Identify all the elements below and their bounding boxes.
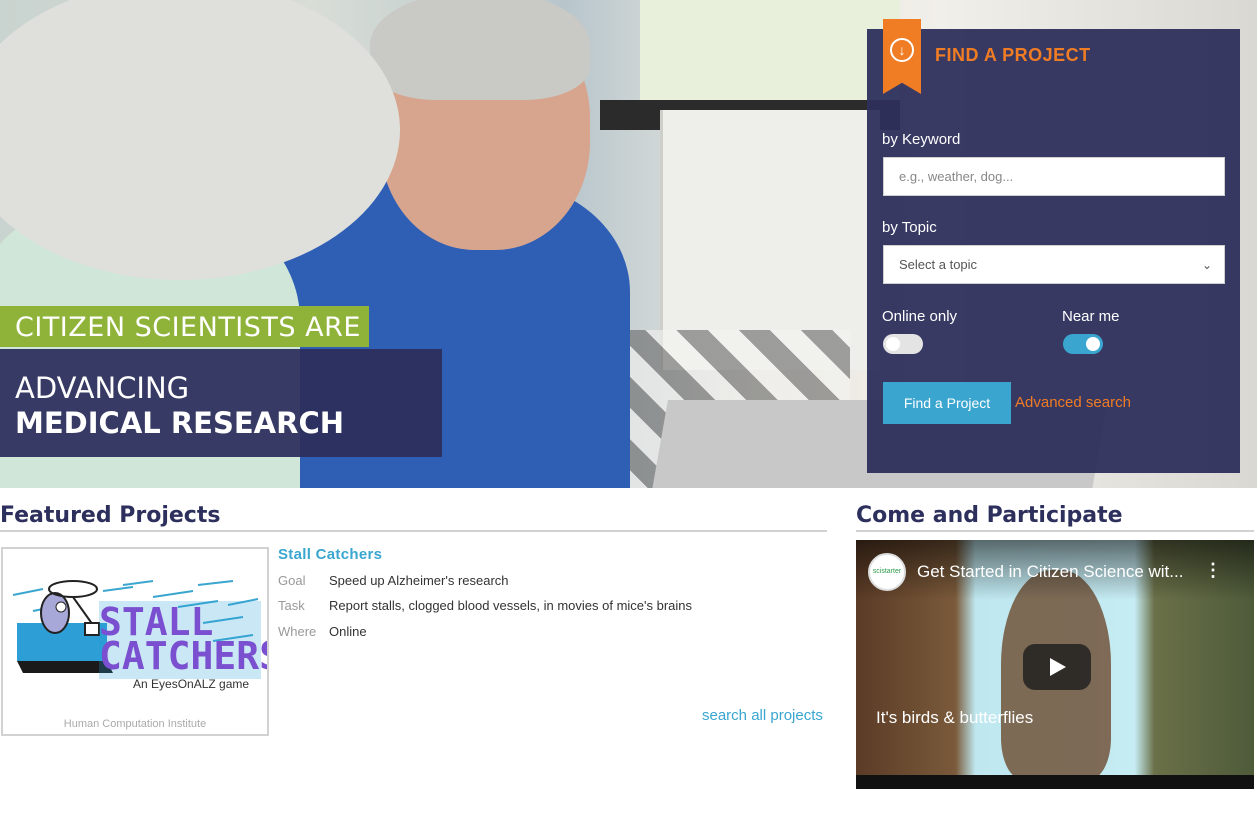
participate-divider [856, 530, 1254, 532]
channel-avatar[interactable]: scistarter [868, 553, 906, 591]
near-me-label: Near me [1062, 308, 1120, 325]
project-where-key: Where [278, 624, 317, 639]
project-goal-value: Speed up Alzheimer's research [329, 573, 509, 588]
online-only-toggle[interactable] [883, 334, 923, 354]
participate-heading: Come and Participate [856, 503, 1123, 528]
keyword-placeholder: e.g., weather, dog... [899, 169, 1014, 184]
online-only-label: Online only [882, 308, 958, 325]
project-task-value: Report stalls, clogged blood vessels, in… [329, 598, 693, 613]
topic-label: by Topic [882, 219, 937, 236]
project-where-value: Online [329, 624, 367, 639]
project-task-key: Task [278, 598, 305, 613]
video-title[interactable]: Get Started in Citizen Science wit... [917, 562, 1183, 582]
featured-divider [0, 530, 827, 532]
hero-tagline-top-text: CITIZEN SCIENTISTS ARE [15, 312, 361, 343]
video-caption: It's birds & butterflies [876, 708, 1034, 727]
keyword-label: by Keyword [882, 131, 961, 148]
online-only-toggle-knob [886, 337, 900, 351]
hero-tagline-line1: ADVANCING [15, 371, 190, 405]
stall-catchers-wordmark: STALL CATCHERS [99, 603, 269, 678]
find-project-button[interactable]: Find a Project [883, 382, 1011, 424]
keyword-input[interactable]: e.g., weather, dog... [883, 157, 1225, 196]
hero-tagline-main: ADVANCING MEDICAL RESEARCH [0, 349, 442, 457]
project-goal-key: Goal [278, 573, 306, 588]
more-vertical-icon[interactable]: ⋮ [1204, 560, 1222, 581]
hero-tagline-top: CITIZEN SCIENTISTS ARE [0, 306, 369, 347]
search-all-projects-link[interactable]: search all projects [702, 707, 823, 724]
stall-catchers-wordmark-line2: CATCHERS [99, 634, 269, 678]
video-player[interactable]: scistarter Get Started in Citizen Scienc… [856, 540, 1254, 789]
play-icon[interactable] [1023, 644, 1091, 690]
near-me-toggle[interactable] [1063, 334, 1103, 354]
find-project-title: FIND A PROJECT [935, 45, 1091, 65]
find-project-ribbon: ↓ [883, 19, 921, 94]
hero-tagline-line2: MEDICAL RESEARCH [15, 406, 344, 440]
advanced-search-link[interactable]: Advanced search [1015, 394, 1131, 411]
project-title-link[interactable]: Stall Catchers [278, 546, 382, 563]
stall-catchers-logo-card[interactable]: STALL CATCHERS An EyesOnALZ game Human C… [1, 547, 269, 736]
project-credit: Human Computation Institute [63, 718, 207, 730]
near-me-toggle-knob [1086, 337, 1100, 351]
hero-photo-man-hair [370, 0, 590, 100]
stall-catchers-sub: An EyesOnALZ game [133, 677, 250, 691]
topic-select[interactable]: Select a topic ⌄ [883, 245, 1225, 284]
arrow-down-circle-icon: ↓ [890, 38, 914, 62]
video-bottom-bar [856, 775, 1254, 789]
find-project-panel: ↓ FIND A PROJECT by Keyword e.g., weathe… [867, 19, 1240, 473]
featured-projects-heading: Featured Projects [0, 503, 221, 528]
chevron-down-icon: ⌄ [1201, 258, 1212, 272]
topic-select-value: Select a topic [899, 257, 978, 272]
